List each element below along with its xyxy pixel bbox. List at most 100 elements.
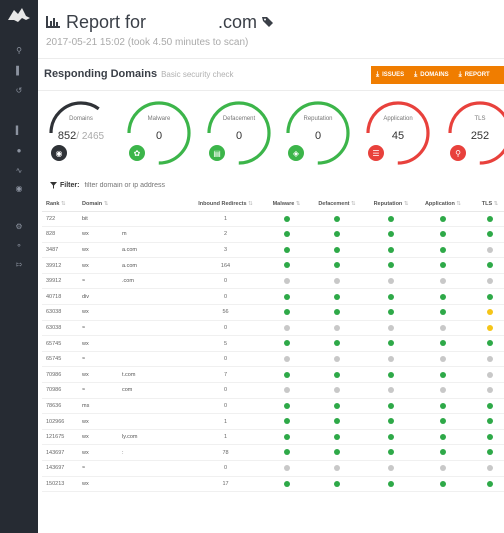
rank-cell: 102966 [42, 413, 78, 430]
domain-cell[interactable]: wx [78, 304, 188, 321]
domain-cell[interactable]: ≈ [78, 351, 188, 368]
table-row[interactable]: 722 bit 1 [42, 211, 504, 228]
column-header-defacement[interactable]: Defacement ⇅ [310, 197, 364, 212]
domain-cell[interactable]: bit [78, 211, 188, 228]
domain-cell[interactable]: ≈ [78, 460, 188, 477]
domain-cell[interactable]: wx m [78, 226, 188, 243]
column-header-reputation[interactable]: Reputation ⇅ [364, 197, 418, 212]
domain-cell[interactable]: wx a.com [78, 257, 188, 274]
status-cell [364, 429, 418, 446]
table-row[interactable]: 143697 wx:78 [42, 444, 504, 461]
table-row[interactable]: 102966 wx 1 [42, 413, 504, 430]
column-header-application[interactable]: Application ⇅ [418, 197, 468, 212]
table-row[interactable]: 3487 wx a.com 3 [42, 242, 504, 259]
column-header-rank[interactable]: Rank ⇅ [42, 197, 78, 212]
table-row[interactable]: 150213 wx 17 [42, 476, 504, 493]
check-icon [487, 215, 493, 222]
table-row[interactable]: 78636 ms 0 [42, 398, 504, 415]
domain-cell[interactable]: ≈ .com [78, 273, 188, 290]
table-row[interactable]: 143697 ≈0 [42, 460, 504, 477]
status-cell [364, 242, 418, 259]
unknown-icon [440, 465, 446, 472]
domain-cell[interactable]: ms [78, 398, 188, 415]
domain-cell[interactable]: wx a.com [78, 242, 188, 259]
column-header-label: Defacement [318, 200, 350, 207]
issues-button-label: ISSUES [382, 72, 405, 78]
status-cell [263, 444, 310, 461]
divider [38, 90, 504, 91]
table-row[interactable]: 63038 ≈0 [42, 320, 504, 337]
check-icon [283, 231, 290, 238]
report-button[interactable]: ⤓ REPORT [454, 66, 495, 84]
column-header-malware[interactable]: Malware ⇅ [263, 197, 310, 212]
globe-icon[interactable]: ● [0, 144, 38, 158]
table-row[interactable]: 40718 div 0 [42, 288, 504, 306]
gear-icon[interactable]: ⚙ [0, 220, 38, 234]
chart-icon[interactable]: ▌ [0, 64, 38, 78]
rank-cell: 722 [42, 211, 78, 228]
filter-input[interactable] [84, 182, 235, 189]
domain-cell[interactable]: ≈ [78, 320, 188, 337]
check-icon [487, 340, 493, 347]
table-row[interactable]: 121675 wx ly.com 1 [42, 429, 504, 446]
sign-out-icon[interactable]: ⇰ [0, 258, 38, 272]
table-row[interactable]: 828 wx m 2 [42, 226, 504, 243]
check-icon [388, 480, 394, 487]
target-icon[interactable]: ◉ [0, 182, 38, 196]
bar-chart-icon[interactable]: ▍ [0, 124, 38, 138]
unknown-icon [283, 277, 290, 284]
redirects-cell: 17 [188, 476, 263, 493]
check-icon [388, 262, 394, 269]
domain-prefix: wx [82, 418, 89, 425]
status-cell [310, 476, 364, 493]
table-body: 722 bit 1 828 wx m 2 3487 wx a.com 3 39912 wx a.com 16… [42, 211, 504, 493]
history-icon[interactable]: ↺ [0, 84, 38, 98]
domain-cell[interactable]: wx t.com [78, 366, 188, 384]
pulse-icon[interactable]: ∿ [0, 164, 38, 178]
status-cell [263, 257, 310, 274]
status-cell [364, 335, 418, 352]
status-cell [364, 398, 418, 415]
domain-cell[interactable]: wx [78, 413, 188, 430]
column-header-inbound-redirects[interactable]: Inbound Redirects ⇅ [188, 197, 263, 212]
rank-cell: 63038 [42, 304, 78, 321]
domains-table: Rank ⇅ Domain ⇅ Inbound Redirects ⇅ Malware… [42, 197, 504, 493]
domain-cell[interactable]: div [78, 288, 188, 306]
rank-cell: 40718 [42, 288, 78, 306]
domain-cell[interactable]: wx [78, 476, 188, 493]
table-row[interactable]: 63038 wx 56 [42, 304, 504, 321]
tag-icon[interactable] [262, 16, 274, 28]
issues-button[interactable]: ⤓ ISSUES [371, 66, 409, 84]
check-icon [440, 340, 446, 347]
domains-button[interactable]: ⤓ DOMAINS [409, 66, 453, 84]
check-icon [388, 309, 394, 316]
page-title: Report for .com [46, 10, 274, 34]
domain-cell[interactable]: ≈ com [78, 382, 188, 399]
table-row[interactable]: 39912 ≈ .com 0 [42, 273, 504, 290]
filter-label: Filter: [60, 182, 80, 189]
domain-suffix: com [122, 387, 133, 394]
status-cell [263, 211, 310, 228]
database-icon: ☰ [368, 145, 384, 161]
gauge-count: 0 [235, 130, 243, 142]
rank-cell: 39912 [42, 273, 78, 290]
column-header-tls[interactable]: TLS ⇅ [468, 197, 504, 212]
status-cell [468, 211, 504, 228]
search-icon[interactable]: ⚲ [0, 44, 38, 58]
unknown-icon [388, 465, 394, 472]
domain-cell[interactable]: wx ly.com [78, 429, 188, 446]
domain-cell[interactable]: wx [78, 335, 188, 352]
redirects-cell: 78 [188, 444, 263, 461]
table-row[interactable]: 39912 wx a.com 164 [42, 257, 504, 274]
column-header-domain[interactable]: Domain ⇅ [78, 197, 188, 212]
unknown-icon [440, 387, 446, 394]
domain-prefix: ≈ [82, 465, 86, 472]
domain-cell[interactable]: wx: [78, 444, 188, 461]
check-icon [334, 340, 340, 347]
table-row[interactable]: 65745 ≈0 [42, 351, 504, 368]
unknown-icon [283, 465, 290, 472]
key-icon[interactable]: ⚬ [0, 239, 38, 253]
table-row[interactable]: 70986 wx t.com 7 [42, 366, 504, 384]
table-row[interactable]: 65745 wx 5 [42, 335, 504, 352]
table-row[interactable]: 70986 ≈ com 0 [42, 382, 504, 399]
